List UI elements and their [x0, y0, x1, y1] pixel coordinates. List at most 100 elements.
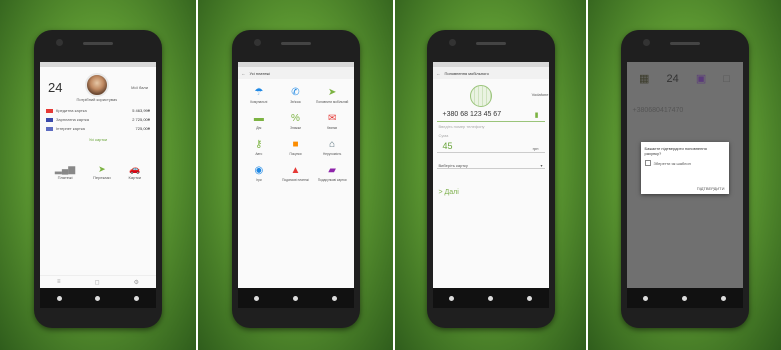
- bank-icon: ▲: [290, 165, 301, 176]
- phone-icon: ✆: [291, 87, 300, 98]
- card-name: Інтернет картка: [56, 126, 85, 131]
- confirm-dialog: Бажаєте підтвердити поповнення рахунку? …: [640, 142, 729, 194]
- app-bar: ← Усі платежі: [237, 67, 354, 79]
- house-icon: ▬: [253, 113, 264, 124]
- camera-icon: [56, 39, 63, 46]
- points-label[interactable]: Мої бали: [131, 85, 148, 90]
- card-icon: [46, 117, 53, 122]
- date-display: 24: [48, 80, 63, 95]
- card-list: Кредитна картка 5 463,99₴ Зарплатна картка…: [40, 106, 156, 133]
- recents-button[interactable]: [331, 295, 337, 301]
- payment-category-label: Нерухомість: [322, 152, 342, 156]
- amount-label: Сума: [438, 133, 449, 138]
- back-button[interactable]: [56, 295, 62, 301]
- speaker: [669, 42, 700, 45]
- quick-action-label: Платежі: [57, 175, 73, 180]
- back-button[interactable]: [449, 295, 455, 301]
- quick-actions: ▂▄▆ Платежі ➤ Перекази 🚗 Картки: [40, 160, 156, 184]
- back-arrow-icon[interactable]: ←: [242, 71, 246, 76]
- recents-button[interactable]: [134, 295, 140, 301]
- recents-button[interactable]: [720, 295, 726, 301]
- page-title: Усі платежі: [249, 70, 270, 76]
- save-template-checkbox[interactable]: Зберегти як шаблон: [644, 160, 725, 166]
- quick-action[interactable]: ➤ Перекази: [93, 164, 111, 180]
- payment-category[interactable]: ➤ Поповнити мобільний: [314, 87, 351, 105]
- bottom-nav-item[interactable]: ⚙: [134, 279, 139, 286]
- bottom-nav: ≡ ◻ ⚙: [40, 275, 156, 288]
- page-title: Поповнення мобільного: [444, 70, 489, 76]
- square-icon: □: [723, 72, 730, 85]
- amount-input[interactable]: 45 грн: [436, 140, 545, 153]
- payment-category[interactable]: % Знижки: [277, 113, 314, 131]
- payment-category-label: Квитки: [327, 126, 338, 130]
- payment-category[interactable]: ◉ Ігри: [241, 165, 278, 183]
- home-button[interactable]: [681, 295, 687, 301]
- phone-input[interactable]: +380 68 123 45 67 ▮: [436, 109, 545, 122]
- home-icon: ⌂: [329, 139, 336, 150]
- card-left: Кредитна картка: [46, 108, 87, 113]
- payment-category-label: Ігри: [256, 178, 262, 182]
- amount-value: 45: [442, 141, 453, 151]
- key-icon: ⚷: [255, 139, 263, 150]
- user-name: Потрібний користувач: [76, 97, 118, 102]
- payment-grid: ☂ Комунальні ✆ Зв'язок ➤ Поповнити мобільний ▬…: [238, 79, 354, 183]
- payment-category[interactable]: ⚷ Авто: [241, 139, 278, 157]
- confirm-button[interactable]: ПІДТВЕРДИТИ: [697, 186, 725, 191]
- card-amount: 725,00₴: [135, 126, 150, 131]
- card-name: Кредитна картка: [56, 108, 87, 113]
- panel-3: ← Поповнення мобільного Vodafone +380 68…: [395, 0, 586, 350]
- card-row[interactable]: Кредитна картка 5 463,99₴: [40, 106, 156, 115]
- back-arrow-icon[interactable]: ←: [437, 71, 441, 76]
- payments-screen: ← Усі платежі ☂ Комунальні ✆ Зв'язок ➤ Поповн…: [237, 62, 354, 288]
- card-row[interactable]: Зарплатна картка 2 725,00₴: [40, 115, 156, 124]
- next-button[interactable]: > Далі: [439, 189, 549, 196]
- card-name: Зарплатна картка: [56, 117, 89, 122]
- bottom-nav-item[interactable]: ◻: [95, 279, 100, 286]
- speaker: [280, 42, 311, 45]
- payment-category[interactable]: ■ Покупки: [277, 139, 314, 157]
- payment-category[interactable]: ▰ Подарункові картки: [314, 165, 351, 183]
- payment-category[interactable]: ▬ Дім: [241, 113, 278, 131]
- calendar-icon: ▦: [639, 73, 650, 85]
- dialog-message: Бажаєте підтвердити поповнення рахунку?: [644, 146, 707, 156]
- camera-icon: [448, 39, 456, 46]
- payment-category-label: Авто: [255, 152, 263, 156]
- payment-category[interactable]: ✆ Зв'язок: [277, 87, 314, 105]
- back-button[interactable]: [643, 295, 649, 301]
- home-button[interactable]: [95, 295, 101, 301]
- folder-icon: ▰: [328, 165, 336, 176]
- chevron-down-icon: ▾: [540, 163, 543, 168]
- android-nav-bar: [237, 288, 354, 308]
- payment-category-label: Комунальні: [250, 100, 268, 104]
- home-button[interactable]: [487, 295, 493, 301]
- payment-category[interactable]: ⌂ Нерухомість: [314, 139, 351, 157]
- quick-action-label: Перекази: [93, 175, 111, 180]
- android-nav-bar: [40, 288, 156, 308]
- payment-category[interactable]: ▲ Податкові платежі: [277, 165, 314, 183]
- card-row[interactable]: Інтернет картка 725,00₴: [40, 124, 156, 133]
- payment-category[interactable]: ☂ Комунальні: [241, 87, 278, 105]
- payment-category-label: Податкові платежі: [282, 178, 309, 182]
- signal-bars-icon: ▂▄▆: [54, 164, 76, 174]
- car-icon: 🚗: [129, 164, 141, 174]
- panel-4: ▦ 24 ▣ □ +380680417470 Бажаєте підтверди…: [588, 0, 781, 350]
- back-button[interactable]: [254, 295, 260, 301]
- quick-action[interactable]: 🚗 Картки: [129, 164, 142, 180]
- all-cards-link[interactable]: Усі картки: [40, 137, 156, 142]
- card-select[interactable]: Виберіть картку ▾: [436, 163, 545, 169]
- avatar[interactable]: [84, 73, 109, 97]
- target-icon: ◉: [254, 165, 264, 176]
- card-left: Інтернет картка: [46, 126, 85, 131]
- panel-1: 24 Потрібний користувач Мої бали Кредитн…: [0, 0, 196, 350]
- payment-category[interactable]: ✉ Квитки: [314, 113, 351, 131]
- quick-action[interactable]: ▂▄▆ Платежі: [55, 164, 75, 180]
- confirm-screen: ▦ 24 ▣ □ +380680417470 Бажаєте підтверди…: [626, 62, 743, 288]
- payment-category-label: Дім: [256, 126, 262, 130]
- home-screen: 24 Потрібний користувач Мої бали Кредитн…: [40, 62, 156, 288]
- contacts-icon[interactable]: ▮: [535, 111, 539, 119]
- home-button[interactable]: [292, 295, 298, 301]
- bottom-nav-item[interactable]: ≡: [57, 279, 61, 285]
- recents-button[interactable]: [526, 295, 532, 301]
- operator-globe-icon: [469, 85, 492, 107]
- card-amount: 2 725,00₴: [132, 117, 150, 122]
